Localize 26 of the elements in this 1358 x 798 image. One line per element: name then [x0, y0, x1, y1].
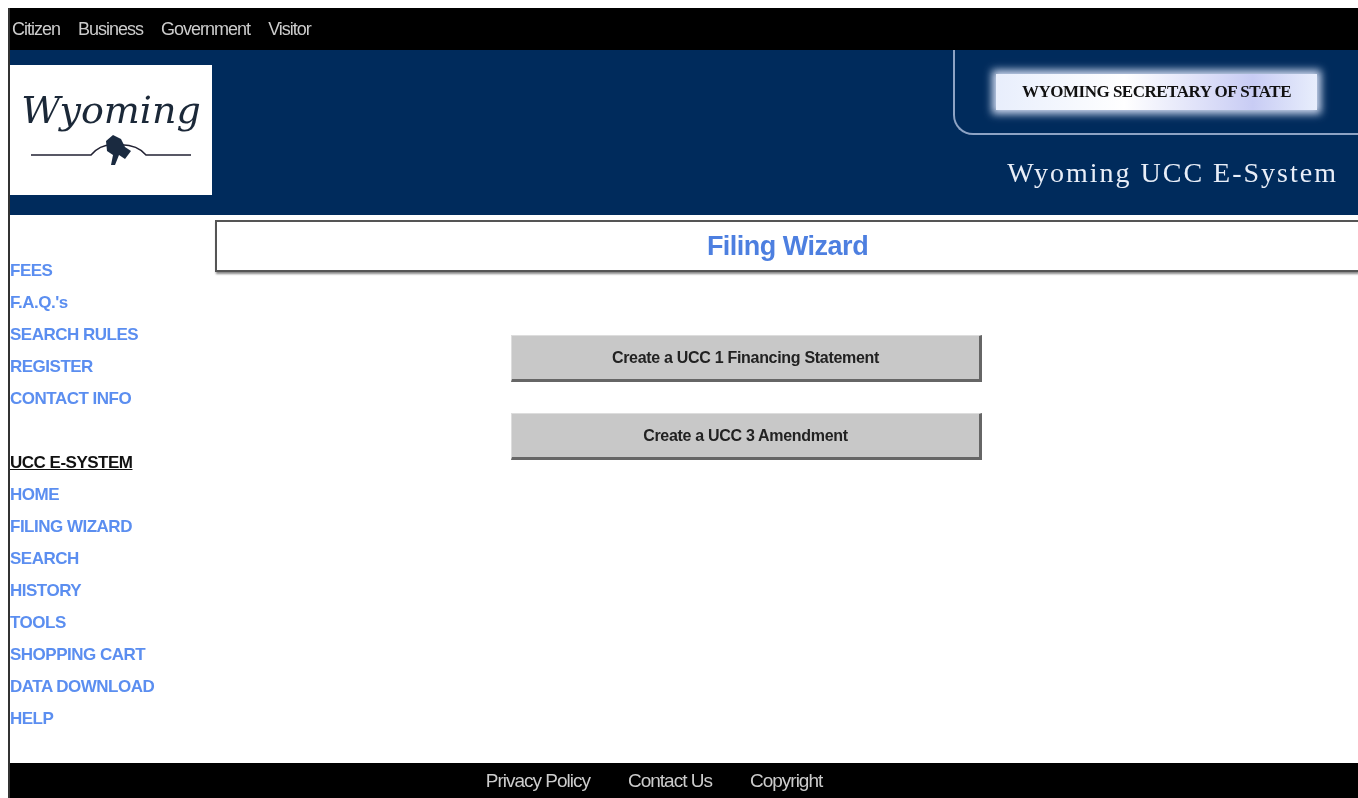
nav-link[interactable]: Government — [161, 18, 251, 40]
nav-link[interactable]: Citizen — [12, 18, 61, 40]
sidebar-link[interactable]: FILING WIZARD — [10, 511, 132, 543]
sidebar-link[interactable]: SEARCH — [10, 543, 79, 575]
sidebar-link[interactable]: HOME — [10, 479, 59, 511]
system-title: Wyoming UCC E-System — [1007, 156, 1339, 189]
agency-banner: WYOMING SECRETARY OF STATE — [996, 73, 1317, 110]
footer-link[interactable]: Privacy Policy — [485, 769, 590, 792]
sidebar-link[interactable]: DATA DOWNLOAD — [10, 671, 155, 703]
sidebar-heading[interactable]: UCC E-SYSTEM — [10, 447, 133, 479]
sidebar-link[interactable]: TOOLS — [10, 607, 66, 639]
sidebar-link[interactable]: F.A.Q.'s — [10, 287, 68, 319]
footer-link[interactable]: Contact Us — [627, 769, 712, 792]
page-title: Filing Wizard — [215, 220, 1358, 272]
sidebar-link[interactable]: SEARCH RULES — [10, 319, 139, 351]
sidebar-link[interactable]: CONTACT INFO — [10, 383, 132, 415]
footer-link[interactable]: Copyright — [749, 769, 823, 792]
sidebar-link[interactable]: SHOPPING CART — [10, 639, 146, 671]
sidebar-link[interactable]: HELP — [10, 703, 54, 735]
sidebar-link[interactable]: FEES — [10, 255, 53, 287]
nav-link[interactable]: Visitor — [268, 18, 311, 40]
sidebar-link[interactable]: HISTORY — [10, 575, 82, 607]
action-button[interactable]: Create a UCC 3 Amendment — [511, 413, 982, 460]
sidebar-link[interactable]: REGISTER — [10, 351, 93, 383]
action-button[interactable]: Create a UCC 1 Financing Statement — [511, 335, 982, 382]
nav-link[interactable]: Business — [78, 18, 144, 40]
